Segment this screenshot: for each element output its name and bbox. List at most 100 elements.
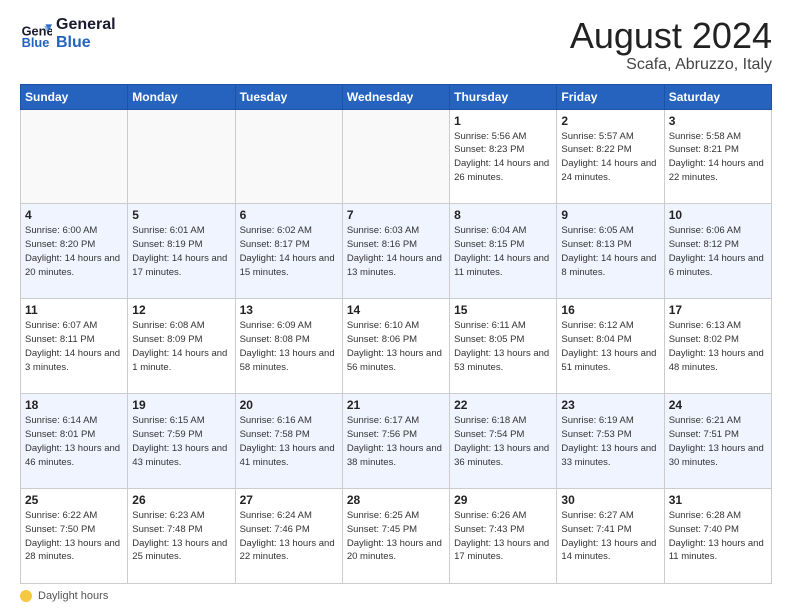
day-number: 3 [669,114,767,128]
day-number: 14 [347,303,445,317]
day-number: 12 [132,303,230,317]
day-number: 8 [454,208,552,222]
day-info: Sunrise: 6:21 AM Sunset: 7:51 PM Dayligh… [669,414,767,469]
calendar-cell: 29 Sunrise: 6:26 AM Sunset: 7:43 PM Dayli… [450,489,557,584]
page: General Blue General Blue August 2024 Sc… [0,0,792,612]
calendar-cell: 8 Sunrise: 6:04 AM Sunset: 8:15 PM Daylig… [450,204,557,299]
day-number: 9 [561,208,659,222]
day-number: 29 [454,493,552,507]
logo-blue: Blue [56,34,116,52]
calendar-cell: 24 Sunrise: 6:21 AM Sunset: 7:51 PM Dayli… [664,394,771,489]
day-number: 19 [132,398,230,412]
day-info: Sunrise: 5:57 AM Sunset: 8:22 PM Dayligh… [561,130,659,185]
calendar-cell [21,109,128,204]
calendar-cell: 2Sunrise: 5:57 AM Sunset: 8:22 PM Daylig… [557,109,664,204]
day-info: Sunrise: 6:00 AM Sunset: 8:20 PM Dayligh… [25,224,123,279]
calendar-cell [342,109,449,204]
calendar-cell: 13 Sunrise: 6:09 AM Sunset: 8:08 PM Dayli… [235,299,342,394]
calendar-table: SundayMondayTuesdayWednesdayThursdayFrid… [20,84,772,584]
calendar-cell: 25 Sunrise: 6:22 AM Sunset: 7:50 PM Dayli… [21,489,128,584]
day-info: Sunrise: 6:07 AM Sunset: 8:11 PM Dayligh… [25,319,123,374]
day-info: Sunrise: 6:22 AM Sunset: 7:50 PM Dayligh… [25,509,123,564]
calendar-cell: 7 Sunrise: 6:03 AM Sunset: 8:16 PM Daylig… [342,204,449,299]
day-info: Sunrise: 6:16 AM Sunset: 7:58 PM Dayligh… [240,414,338,469]
calendar-cell: 12 Sunrise: 6:08 AM Sunset: 8:09 PM Dayli… [128,299,235,394]
day-number: 30 [561,493,659,507]
day-info: Sunrise: 6:28 AM Sunset: 7:40 PM Dayligh… [669,509,767,564]
calendar-cell: 10Sunrise: 6:06 AM Sunset: 8:12 PM Dayli… [664,204,771,299]
day-number: 7 [347,208,445,222]
day-number: 16 [561,303,659,317]
day-number: 6 [240,208,338,222]
day-info: Sunrise: 6:14 AM Sunset: 8:01 PM Dayligh… [25,414,123,469]
day-info: Sunrise: 5:56 AM Sunset: 8:23 PM Dayligh… [454,130,552,185]
calendar-cell: 19Sunrise: 6:15 AM Sunset: 7:59 PM Dayli… [128,394,235,489]
calendar-cell: 3 Sunrise: 5:58 AM Sunset: 8:21 PM Daylig… [664,109,771,204]
svg-text:Blue: Blue [22,34,50,49]
day-info: Sunrise: 6:24 AM Sunset: 7:46 PM Dayligh… [240,509,338,564]
logo-icon: General Blue [20,18,52,50]
daylight-icon [20,590,32,602]
day-info: Sunrise: 6:27 AM Sunset: 7:41 PM Dayligh… [561,509,659,564]
day-info: Sunrise: 6:03 AM Sunset: 8:16 PM Dayligh… [347,224,445,279]
calendar-cell: 18 Sunrise: 6:14 AM Sunset: 8:01 PM Dayli… [21,394,128,489]
day-info: Sunrise: 6:18 AM Sunset: 7:54 PM Dayligh… [454,414,552,469]
day-number: 13 [240,303,338,317]
day-info: Sunrise: 6:25 AM Sunset: 7:45 PM Dayligh… [347,509,445,564]
weekday-header: Tuesday [235,84,342,109]
calendar-cell: 22 Sunrise: 6:18 AM Sunset: 7:54 PM Dayli… [450,394,557,489]
calendar-cell: 20 Sunrise: 6:16 AM Sunset: 7:58 PM Dayli… [235,394,342,489]
day-number: 26 [132,493,230,507]
day-info: Sunrise: 6:10 AM Sunset: 8:06 PM Dayligh… [347,319,445,374]
day-number: 5 [132,208,230,222]
day-number: 23 [561,398,659,412]
day-info: Sunrise: 6:06 AM Sunset: 8:12 PM Dayligh… [669,224,767,279]
day-number: 4 [25,208,123,222]
day-info: Sunrise: 6:19 AM Sunset: 7:53 PM Dayligh… [561,414,659,469]
calendar-cell: 16Sunrise: 6:12 AM Sunset: 8:04 PM Dayli… [557,299,664,394]
day-info: Sunrise: 6:09 AM Sunset: 8:08 PM Dayligh… [240,319,338,374]
month-year-title: August 2024 [570,16,772,56]
logo: General Blue General Blue [20,16,116,51]
calendar-cell: 9 Sunrise: 6:05 AM Sunset: 8:13 PM Daylig… [557,204,664,299]
weekday-header: Friday [557,84,664,109]
day-number: 21 [347,398,445,412]
day-number: 22 [454,398,552,412]
day-number: 20 [240,398,338,412]
day-info: Sunrise: 6:26 AM Sunset: 7:43 PM Dayligh… [454,509,552,564]
calendar-cell [235,109,342,204]
calendar-cell: 5Sunrise: 6:01 AM Sunset: 8:19 PM Daylig… [128,204,235,299]
day-info: Sunrise: 6:05 AM Sunset: 8:13 PM Dayligh… [561,224,659,279]
day-number: 31 [669,493,767,507]
day-number: 15 [454,303,552,317]
calendar-cell: 6 Sunrise: 6:02 AM Sunset: 8:17 PM Daylig… [235,204,342,299]
logo-general: General [56,16,116,34]
weekday-header: Monday [128,84,235,109]
day-info: Sunrise: 6:04 AM Sunset: 8:15 PM Dayligh… [454,224,552,279]
day-info: Sunrise: 6:23 AM Sunset: 7:48 PM Dayligh… [132,509,230,564]
day-info: Sunrise: 6:11 AM Sunset: 8:05 PM Dayligh… [454,319,552,374]
weekday-header: Sunday [21,84,128,109]
calendar-cell: 26 Sunrise: 6:23 AM Sunset: 7:48 PM Dayli… [128,489,235,584]
day-number: 25 [25,493,123,507]
calendar-cell [128,109,235,204]
calendar-cell: 23 Sunrise: 6:19 AM Sunset: 7:53 PM Dayli… [557,394,664,489]
day-info: Sunrise: 6:13 AM Sunset: 8:02 PM Dayligh… [669,319,767,374]
day-number: 1 [454,114,552,128]
daylight-label: Daylight hours [38,590,108,602]
calendar-cell: 27Sunrise: 6:24 AM Sunset: 7:46 PM Dayli… [235,489,342,584]
day-number: 18 [25,398,123,412]
day-info: Sunrise: 6:08 AM Sunset: 8:09 PM Dayligh… [132,319,230,374]
calendar-cell: 17Sunrise: 6:13 AM Sunset: 8:02 PM Dayli… [664,299,771,394]
day-number: 24 [669,398,767,412]
day-info: Sunrise: 6:02 AM Sunset: 8:17 PM Dayligh… [240,224,338,279]
day-info: Sunrise: 5:58 AM Sunset: 8:21 PM Dayligh… [669,130,767,185]
day-info: Sunrise: 6:17 AM Sunset: 7:56 PM Dayligh… [347,414,445,469]
calendar-cell: 14 Sunrise: 6:10 AM Sunset: 8:06 PM Dayli… [342,299,449,394]
weekday-header: Saturday [664,84,771,109]
calendar-cell: 28Sunrise: 6:25 AM Sunset: 7:45 PM Dayli… [342,489,449,584]
calendar-cell: 15 Sunrise: 6:11 AM Sunset: 8:05 PM Dayli… [450,299,557,394]
day-number: 11 [25,303,123,317]
location-title: Scafa, Abruzzo, Italy [570,56,772,74]
header: General Blue General Blue August 2024 Sc… [20,16,772,74]
